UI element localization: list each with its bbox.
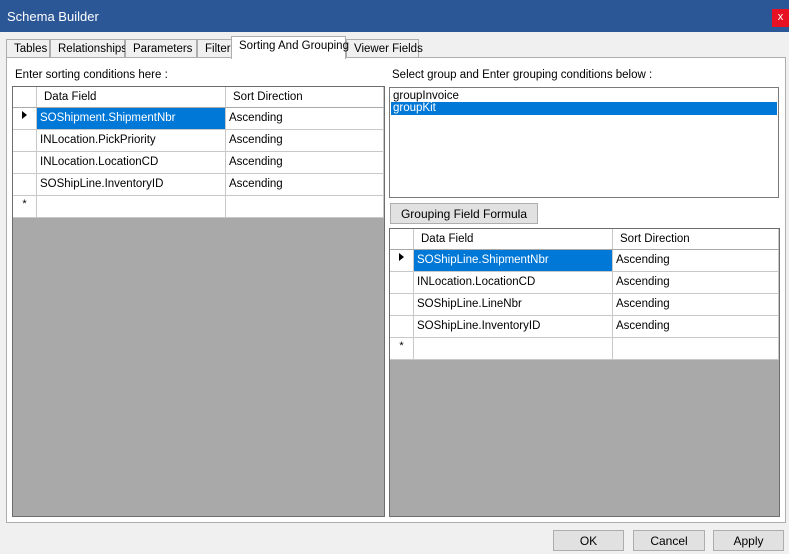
grouping-new-row-sort-direction[interactable] [613, 338, 779, 360]
grouping-cell-sort-direction[interactable]: Ascending [613, 294, 779, 316]
close-button[interactable]: x [772, 9, 789, 27]
sorting-cell-data-field[interactable]: INLocation.PickPriority [37, 130, 226, 152]
grouping-grid[interactable]: Data Field Sort Direction SOShipLine.Shi… [389, 228, 780, 517]
sorting-cell-data-field[interactable]: SOShipLine.InventoryID [37, 174, 226, 196]
grouping-header-sort-direction[interactable]: Sort Direction [613, 229, 779, 249]
grouping-cell-data-field[interactable]: SOShipLine.ShipmentNbr [414, 250, 613, 272]
grouping-cell-data-field[interactable]: INLocation.LocationCD [414, 272, 613, 294]
cancel-button[interactable]: Cancel [633, 530, 705, 551]
grouping-cell-sort-direction[interactable]: Ascending [613, 272, 779, 294]
grouping-cell-data-field[interactable]: SOShipLine.LineNbr [414, 294, 613, 316]
grouping-header-data-field[interactable]: Data Field [414, 229, 613, 249]
sorting-cell-sort-direction[interactable]: Ascending [226, 108, 384, 130]
group-listbox[interactable]: groupInvoice groupKit [389, 87, 779, 198]
grouping-cell-data-field[interactable]: SOShipLine.InventoryID [414, 316, 613, 338]
sorting-header-sort-direction[interactable]: Sort Direction [226, 87, 384, 107]
sorting-cell-sort-direction[interactable]: Ascending [226, 174, 384, 196]
grouping-cell-sort-direction[interactable]: Ascending [613, 250, 779, 272]
sorting-row-header-current[interactable] [13, 108, 37, 130]
window-title: Schema Builder [7, 9, 99, 24]
new-row-marker-icon[interactable]: * [13, 196, 37, 218]
grouping-header-corner [390, 229, 414, 249]
current-row-arrow-icon [399, 253, 404, 261]
tab-viewer-fields[interactable]: Viewer Fields [346, 39, 423, 58]
grouping-cell-sort-direction[interactable]: Ascending [613, 316, 779, 338]
grouping-row-header[interactable] [390, 316, 414, 338]
current-row-arrow-icon [22, 111, 27, 119]
sorting-cell-sort-direction[interactable]: Ascending [226, 152, 384, 174]
group-list-item-selected[interactable]: groupKit [391, 102, 777, 115]
sorting-new-row-sort-direction[interactable] [226, 196, 384, 218]
tab-sorting-and-grouping[interactable]: Sorting And Grouping [231, 36, 349, 59]
grouping-new-row-data-field[interactable] [414, 338, 613, 360]
new-row-marker-icon[interactable]: * [390, 338, 414, 360]
sorting-instruction-label: Enter sorting conditions here : [15, 69, 168, 81]
sorting-row-header[interactable] [13, 130, 37, 152]
tab-tables[interactable]: Tables [6, 39, 50, 58]
grouping-row-header[interactable] [390, 272, 414, 294]
grouping-row-header-current[interactable] [390, 250, 414, 272]
grouping-instruction-label: Select group and Enter grouping conditio… [392, 69, 653, 81]
sorting-header-corner [13, 87, 37, 107]
ok-button[interactable]: OK [553, 530, 624, 551]
tab-strip: Tables Relationships Parameters Filters … [6, 36, 786, 59]
title-bar: Schema Builder x [0, 0, 789, 32]
tab-relationships[interactable]: Relationships [50, 39, 127, 58]
sorting-cell-sort-direction[interactable]: Ascending [226, 130, 384, 152]
apply-button[interactable]: Apply [713, 530, 784, 551]
sorting-row-header[interactable] [13, 152, 37, 174]
sorting-row-header[interactable] [13, 174, 37, 196]
sorting-grid-header: Data Field Sort Direction [13, 87, 384, 107]
grouping-field-formula-button[interactable]: Grouping Field Formula [390, 203, 538, 224]
sorting-new-row-data-field[interactable] [37, 196, 226, 218]
grouping-grid-header: Data Field Sort Direction [390, 229, 779, 249]
tab-parameters[interactable]: Parameters [125, 39, 197, 58]
sorting-grid[interactable]: Data Field Sort Direction SOShipment.Shi… [12, 86, 385, 517]
sorting-header-data-field[interactable]: Data Field [37, 87, 226, 107]
sorting-cell-data-field[interactable]: SOShipment.ShipmentNbr [37, 108, 226, 130]
grouping-row-header[interactable] [390, 294, 414, 316]
sorting-cell-data-field[interactable]: INLocation.LocationCD [37, 152, 226, 174]
